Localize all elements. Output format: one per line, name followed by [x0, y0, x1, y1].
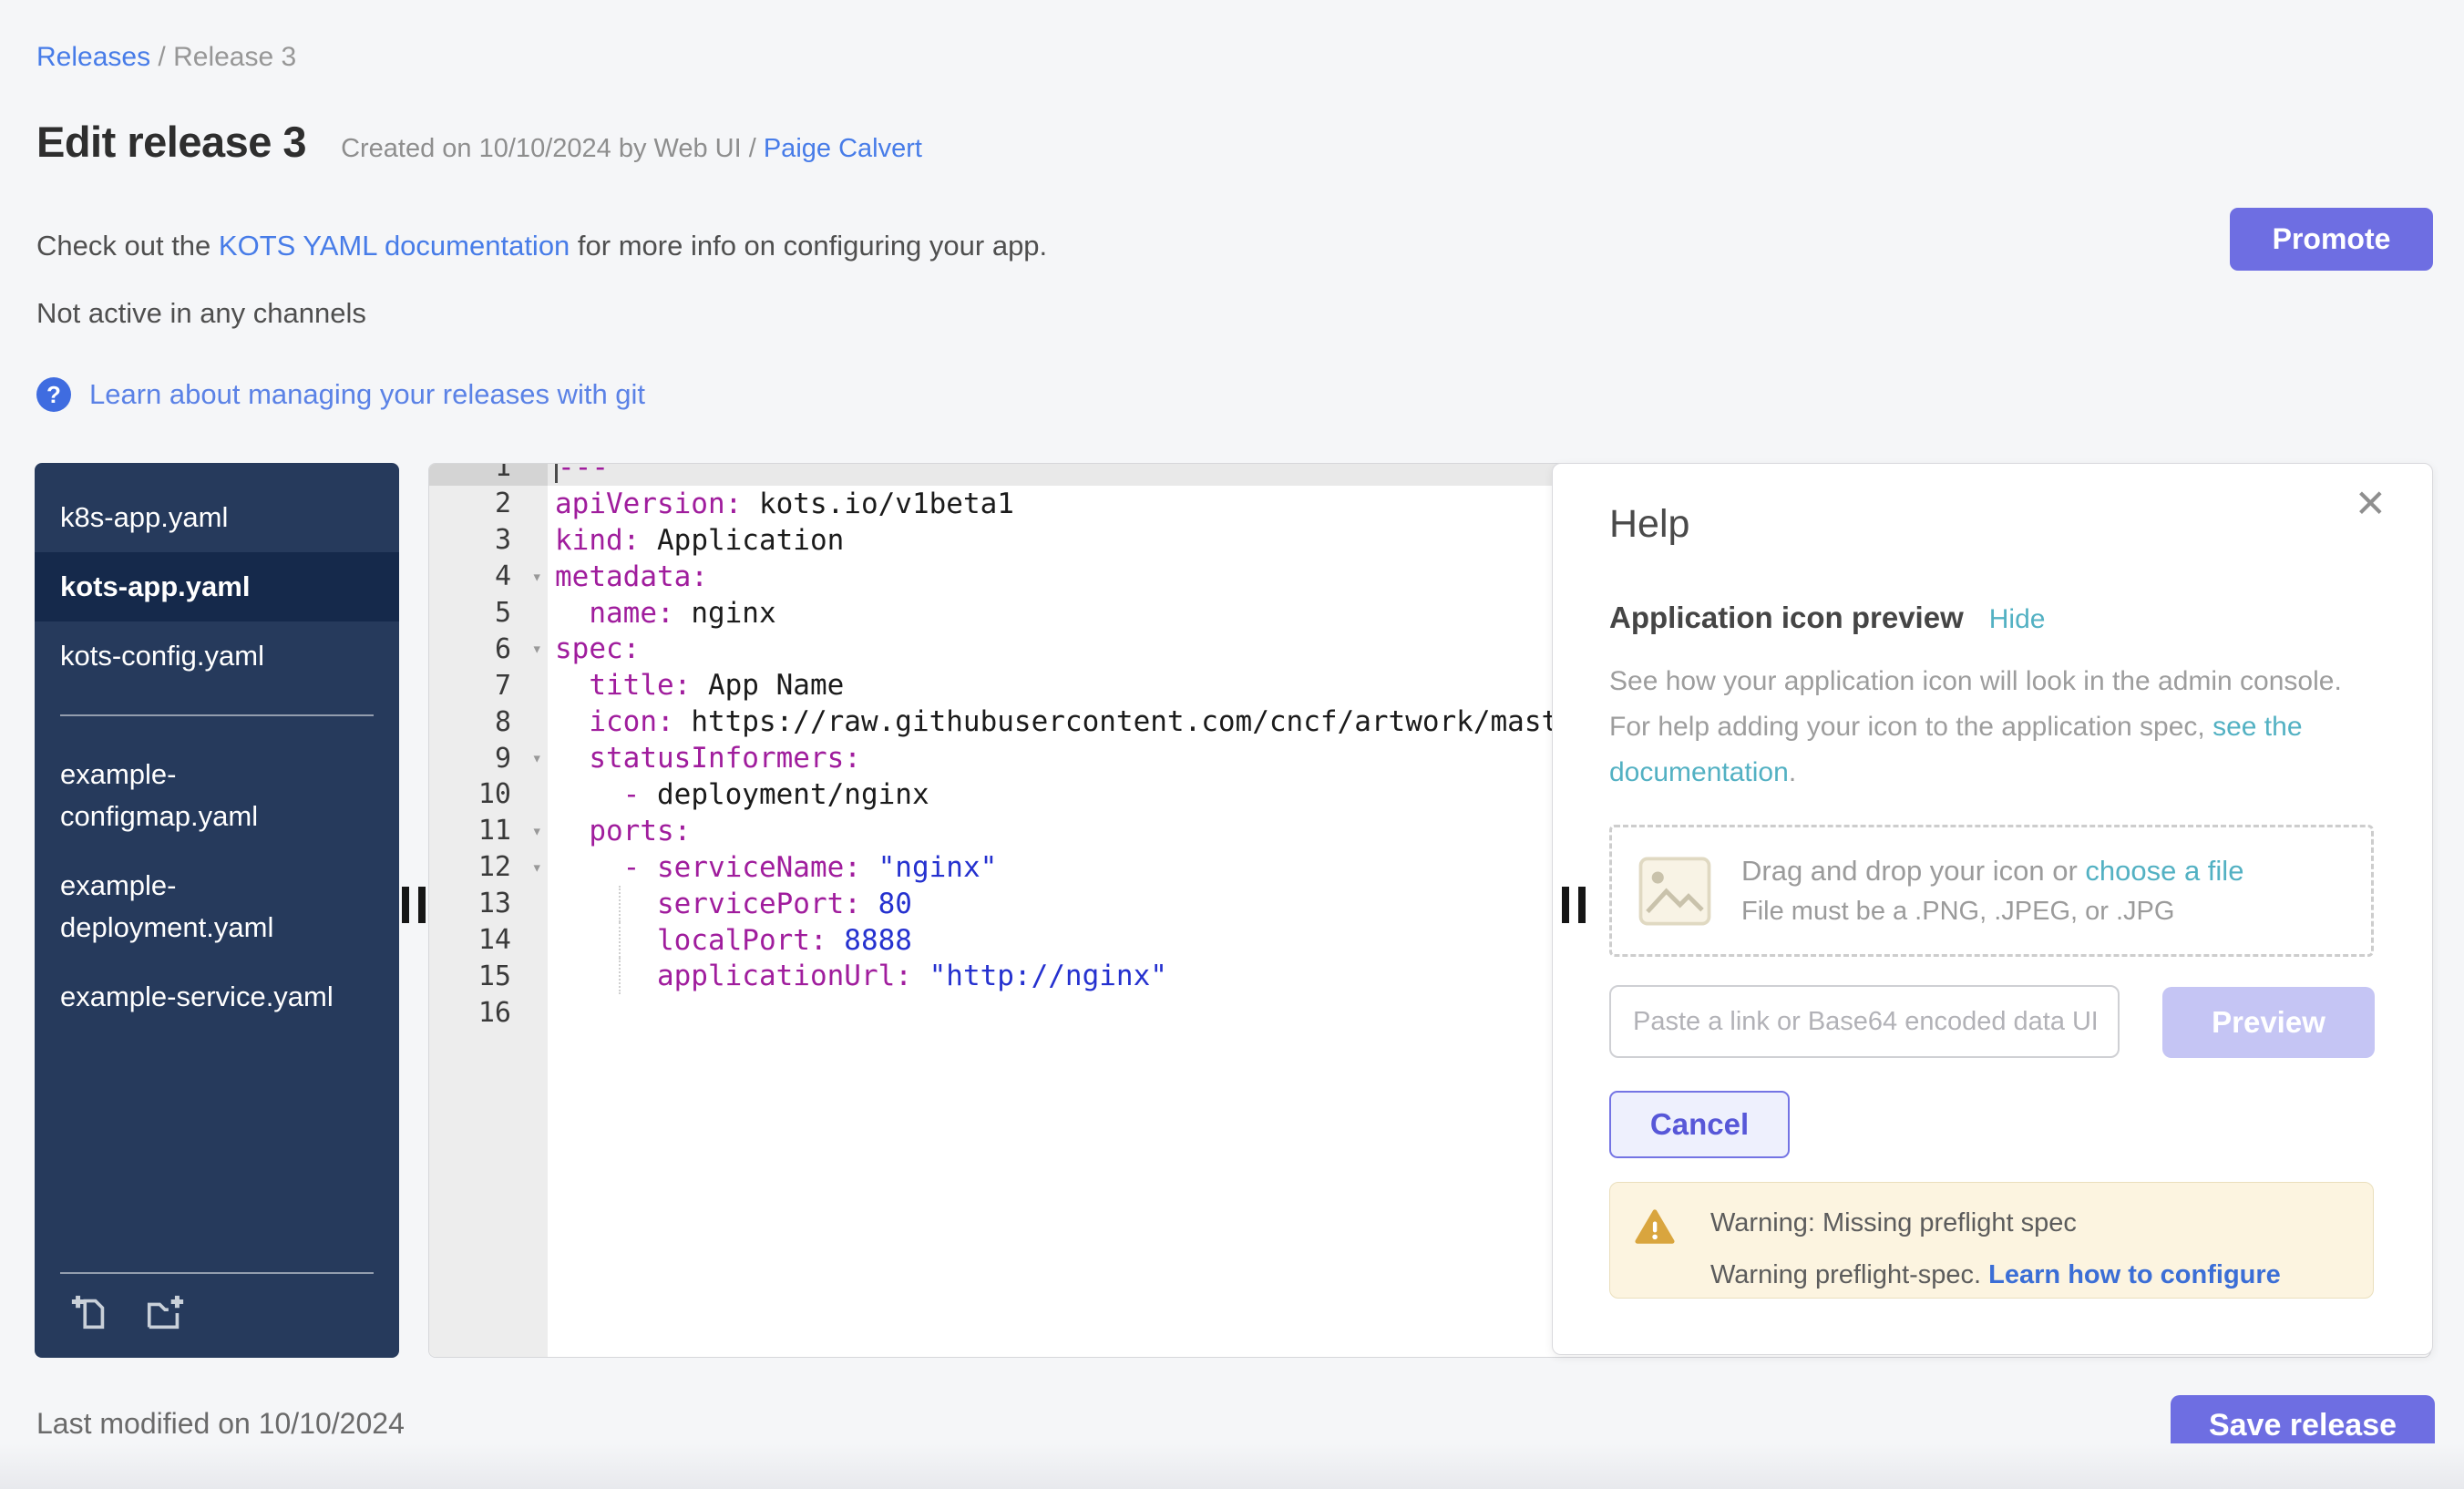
save-release-button[interactable]: Save release: [2171, 1395, 2435, 1455]
code-text: kind: Application: [548, 522, 844, 559]
indent-guide: [619, 886, 621, 922]
kots-docs-link[interactable]: KOTS YAML documentation: [219, 230, 570, 262]
file-item-example-deployment-yaml[interactable]: example-deployment.yaml: [35, 851, 386, 962]
file-item-example-configmap-yaml[interactable]: example-configmap.yaml: [35, 740, 386, 851]
author-link[interactable]: Paige Calvert: [764, 134, 922, 163]
line-number: 4▾: [429, 559, 548, 595]
code-text: name: nginx: [548, 595, 776, 632]
title-row: Edit release 3 Created on 10/10/2024 by …: [36, 117, 922, 167]
breadcrumb-current: Release 3: [173, 42, 296, 72]
preview-button[interactable]: Preview: [2162, 987, 2375, 1058]
dropzone-label: Drag and drop your icon or: [1741, 855, 2085, 887]
file-item-kots-app-yaml[interactable]: kots-app.yaml: [35, 552, 399, 621]
line-number: 15: [429, 958, 548, 994]
created-info: Created on 10/10/2024 by Web UI / Paige …: [341, 134, 922, 164]
breadcrumb-releases-link[interactable]: Releases: [36, 42, 150, 72]
resize-handle-left[interactable]: [402, 887, 426, 923]
resize-handle-right[interactable]: [1562, 887, 1586, 923]
image-placeholder-icon: [1634, 850, 1716, 932]
help-title: Help: [1609, 502, 1689, 547]
dropzone-hint: File must be a .PNG, .JPEG, or .JPG: [1741, 897, 2243, 927]
description-suffix: .: [1789, 757, 1796, 787]
breadcrumb-separator: /: [150, 42, 173, 72]
icon-preview-description: See how your application icon will look …: [1609, 659, 2376, 796]
help-panel: ✕ Help Application icon preview Hide See…: [1552, 463, 2433, 1355]
code-text: icon: https://raw.githubusercontent.com/…: [548, 703, 1609, 740]
line-number: 8: [429, 703, 548, 740]
intro-suffix: for more info on configuring your app.: [570, 230, 1047, 262]
code-text: metadata:: [548, 559, 708, 595]
line-number: 6▾: [429, 631, 548, 667]
hide-link[interactable]: Hide: [1989, 604, 2046, 635]
line-number: 1: [429, 463, 548, 486]
line-number: 11▾: [429, 813, 548, 849]
indent-guide: [619, 958, 621, 994]
line-number: 2: [429, 486, 548, 522]
icon-preview-header: Application icon preview Hide: [1609, 601, 2045, 635]
fold-arrow-icon[interactable]: ▾: [532, 567, 542, 587]
code-text: ports:: [548, 813, 691, 849]
add-file-icon[interactable]: [69, 1292, 111, 1334]
question-icon: ?: [36, 377, 71, 412]
icon-preview-title: Application icon preview: [1609, 601, 1964, 635]
intro-text: Check out the KOTS YAML documentation fo…: [36, 230, 1047, 262]
file-list-divider: [60, 714, 374, 716]
code-text: spec:: [548, 631, 640, 667]
created-text: Created on 10/10/2024 by Web UI /: [341, 134, 764, 163]
breadcrumb: Releases / Release 3: [36, 42, 296, 73]
close-icon[interactable]: ✕: [2349, 484, 2392, 524]
preflight-warning: Warning: Missing preflight spec Warning …: [1609, 1182, 2374, 1299]
warning-icon: [1634, 1207, 1676, 1248]
file-item-k8s-app-yaml[interactable]: k8s-app.yaml: [35, 483, 386, 552]
file-tree-footer: [60, 1272, 374, 1358]
icon-url-input[interactable]: [1609, 985, 2120, 1058]
code-text: title: App Name: [548, 667, 844, 703]
code-text: servicePort: 80: [548, 886, 912, 922]
line-number: 12▾: [429, 849, 548, 886]
line-number: 3: [429, 522, 548, 559]
file-item-kots-config-yaml[interactable]: kots-config.yaml: [35, 621, 386, 691]
warning-detail-text: Warning preflight-spec.: [1710, 1260, 1988, 1289]
page: Releases / Release 3 Edit release 3 Crea…: [0, 0, 2464, 1489]
line-number: 9▾: [429, 740, 548, 776]
fold-arrow-icon[interactable]: ▾: [532, 857, 542, 878]
fold-arrow-icon[interactable]: ▾: [532, 821, 542, 841]
file-item-example-service-yaml[interactable]: example-service.yaml: [35, 962, 386, 1032]
dropzone-text: Drag and drop your icon or choose a file…: [1741, 855, 2243, 927]
configure-link[interactable]: Learn how to configure: [1988, 1260, 2281, 1289]
promote-button[interactable]: Promote: [2230, 208, 2433, 271]
cancel-button[interactable]: Cancel: [1609, 1091, 1790, 1158]
warning-detail: Warning preflight-spec. Learn how to con…: [1710, 1260, 2349, 1290]
line-number: 16: [429, 994, 548, 1031]
code-text: localPort: 8888: [548, 922, 912, 959]
last-modified: Last modified on 10/10/2024: [36, 1407, 405, 1441]
line-number: 5: [429, 595, 548, 632]
channel-status: Not active in any channels: [36, 297, 366, 330]
code-text: statusInformers:: [548, 740, 861, 776]
line-number: 13: [429, 886, 548, 922]
file-list: k8s-app.yamlkots-app.yamlkots-config.yam…: [35, 463, 399, 1032]
fold-arrow-icon[interactable]: ▾: [532, 639, 542, 659]
fold-arrow-icon[interactable]: ▾: [532, 748, 542, 768]
code-text: applicationUrl: "http://nginx": [548, 958, 1167, 994]
file-tree: k8s-app.yamlkots-app.yamlkots-config.yam…: [35, 463, 399, 1358]
page-title: Edit release 3: [36, 117, 306, 167]
git-help-row: ? Learn about managing your releases wit…: [36, 377, 645, 412]
git-help-link[interactable]: Learn about managing your releases with …: [89, 378, 645, 411]
icon-dropzone[interactable]: Drag and drop your icon or choose a file…: [1609, 825, 2374, 957]
code-text: apiVersion: kots.io/v1beta1: [548, 486, 1014, 522]
line-number: 10: [429, 776, 548, 813]
intro-prefix: Check out the: [36, 230, 219, 262]
icon-url-row: Preview: [1609, 985, 2374, 1058]
code-text: - serviceName: "nginx": [548, 849, 997, 886]
choose-file-link[interactable]: choose a file: [2085, 855, 2243, 887]
line-number: 7: [429, 667, 548, 703]
code-text: [548, 994, 555, 1031]
code-text: - deployment/nginx: [548, 776, 929, 813]
indent-guide: [619, 922, 621, 959]
add-folder-icon[interactable]: [144, 1292, 186, 1334]
line-number: 14: [429, 922, 548, 959]
code-text: ---: [548, 463, 609, 486]
warning-title: Warning: Missing preflight spec: [1710, 1208, 2349, 1238]
